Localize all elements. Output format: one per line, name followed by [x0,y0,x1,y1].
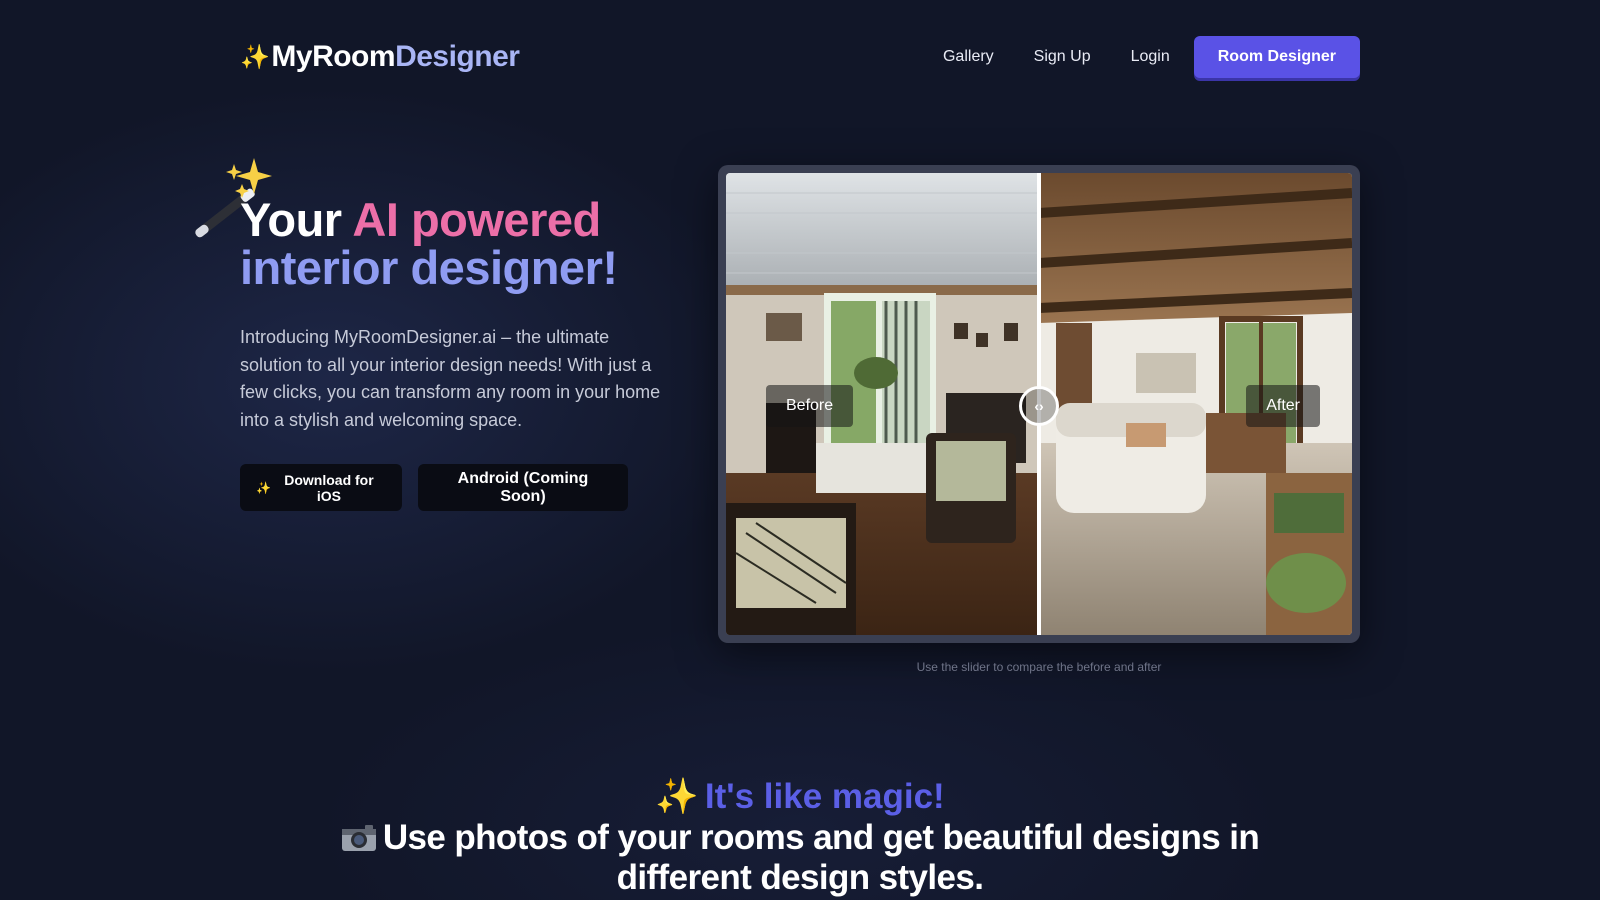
hero-title: Your AI powered interior designer! [240,196,680,292]
site-header: ✨ MyRoom Designer Gallery Sign Up Login … [240,34,1360,80]
sparkle-icon: ✨ [655,777,699,816]
compare-viewport: ‹› Before After [726,173,1352,635]
main-nav: Gallery Sign Up Login Room Designer [903,36,1360,78]
hero-description: Introducing MyRoomDesigner.ai – the ulti… [240,327,661,430]
slider-arrows-icon[interactable]: ‹› [1019,386,1059,426]
hero-title-your: Your [240,193,353,246]
magic-subheadline: Use photos of your rooms and get beautif… [300,818,1300,898]
compare-caption: Use the slider to compare the before and… [916,660,1162,674]
download-buttons: ✨ Download for iOS Android (Coming Soon) [240,464,628,511]
magic-headline: ✨ It's like magic! [0,776,1600,817]
hero-title-ai-powered: AI powered [352,193,601,246]
after-label: After [1246,385,1320,427]
before-label: Before [766,385,854,427]
sparkle-icon: ✨ [256,480,271,495]
nav-link-signup[interactable]: Sign Up [1034,48,1091,66]
logo-text-myroom: MyRoom [271,40,396,73]
download-ios-label: Download for iOS [284,471,374,504]
sparkle-icon: ✨ [240,43,270,71]
logo-link[interactable]: ✨ MyRoom Designer [240,40,520,74]
magic-headline-text: It's like magic! [704,777,945,816]
logo-text-designer: Designer [395,40,520,73]
magic-subheadline-text: Use photos of your rooms and get beautif… [382,818,1260,897]
android-button[interactable]: Android (Coming Soon) [418,464,628,511]
camera-icon [341,825,376,851]
hero-title-interior-designer: interior designer! [240,241,618,294]
download-ios-button[interactable]: ✨ Download for iOS [240,464,402,511]
room-designer-button[interactable]: Room Designer [1193,36,1360,78]
before-after-slider[interactable]: ‹› Before After [718,165,1360,643]
nav-link-gallery[interactable]: Gallery [943,48,994,66]
nav-link-login[interactable]: Login [1131,48,1170,66]
